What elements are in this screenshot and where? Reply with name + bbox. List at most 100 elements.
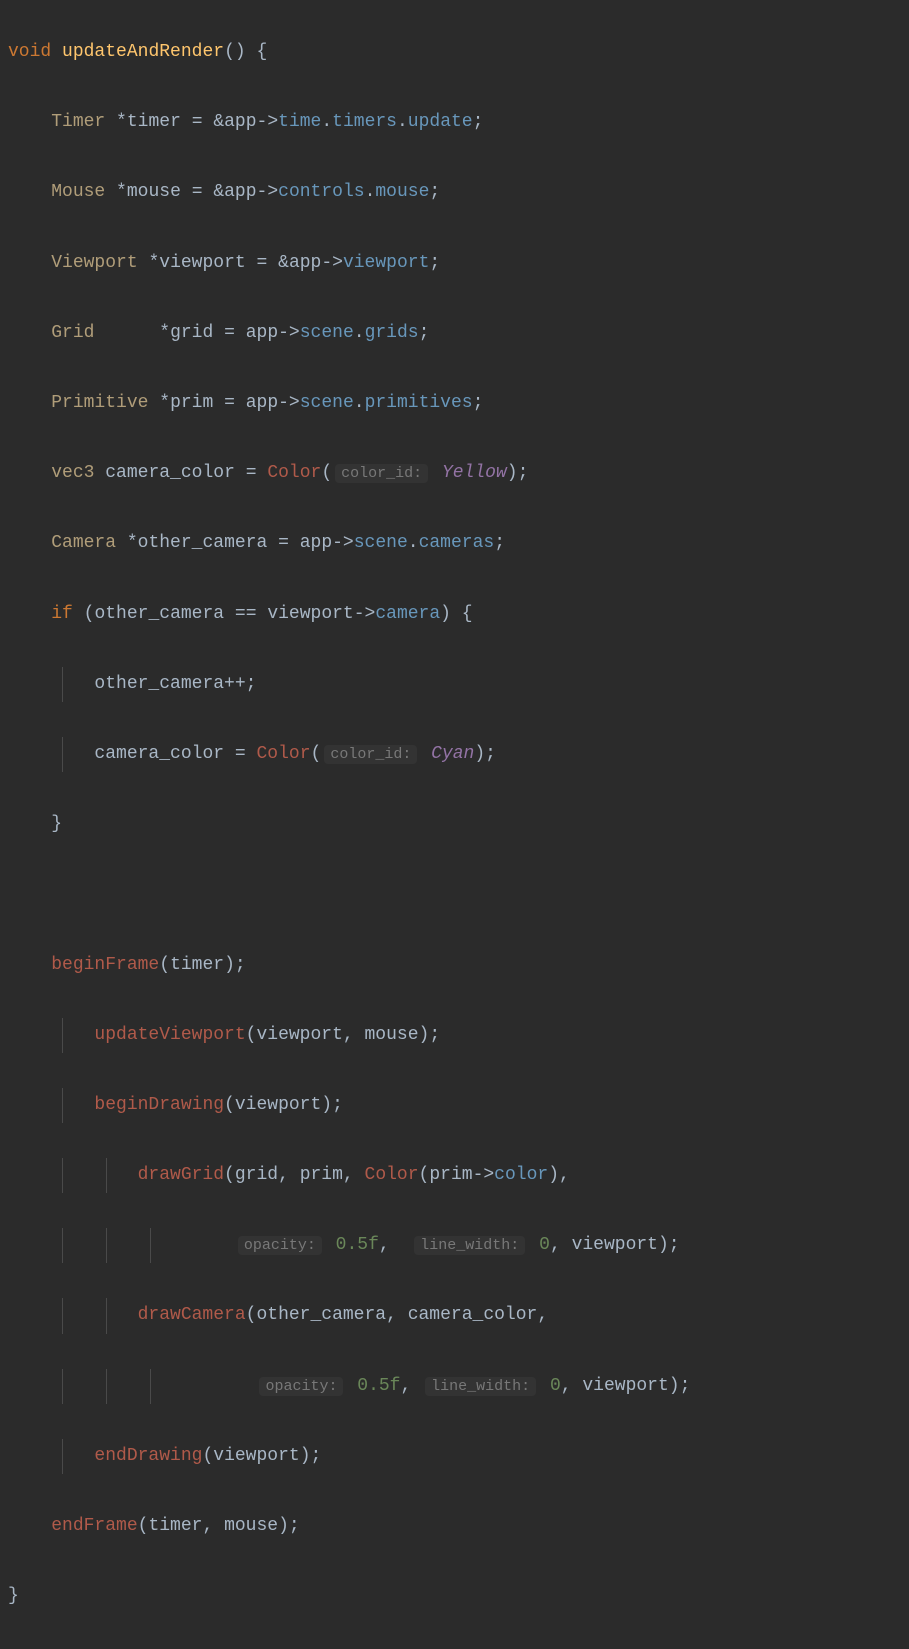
number: 0 xyxy=(539,1235,550,1255)
enum-value: Yellow xyxy=(442,463,507,483)
code-line: void updateAndRender() { xyxy=(8,35,901,70)
identifier: other_camera xyxy=(94,674,224,694)
field: scene xyxy=(300,323,354,343)
identifier: app xyxy=(246,323,278,343)
code-line: other_camera++; xyxy=(8,667,901,702)
code-line: opacity: 0.5f, line_width: 0, viewport); xyxy=(8,1369,901,1404)
identifier: viewport xyxy=(582,1376,668,1396)
identifier: app xyxy=(246,393,278,413)
param-hint: line_width: xyxy=(414,1236,525,1255)
identifier: viewport xyxy=(256,1025,342,1045)
param-hint: color_id: xyxy=(335,464,428,483)
code-line: vec3 camera_color = Color(color_id: Yell… xyxy=(8,456,901,491)
identifier: prim xyxy=(429,1165,472,1185)
identifier: mouse xyxy=(224,1516,278,1536)
code-line: Camera *other_camera = app->scene.camera… xyxy=(8,526,901,561)
field: scene xyxy=(300,393,354,413)
code-line: Grid *grid = app->scene.grids; xyxy=(8,316,901,351)
field: controls xyxy=(278,182,364,202)
code-line: } xyxy=(8,807,901,842)
param-hint: color_id: xyxy=(324,745,417,764)
code-line: Viewport *viewport = &app->viewport; xyxy=(8,246,901,281)
type: Primitive xyxy=(51,393,148,413)
identifier: timer xyxy=(170,955,224,975)
field: primitives xyxy=(365,393,473,413)
code-line: beginFrame(timer); xyxy=(8,948,901,983)
identifier: grid xyxy=(170,323,213,343)
identifier: viewport xyxy=(159,253,245,273)
function-call: Color xyxy=(256,744,310,764)
param-hint: line_width: xyxy=(425,1377,536,1396)
type: Camera xyxy=(51,533,116,553)
identifier: other_camera xyxy=(138,533,268,553)
identifier: app xyxy=(289,253,321,273)
code-editor[interactable]: void updateAndRender() { Timer *timer = … xyxy=(0,0,909,1649)
identifier: viewport xyxy=(572,1235,658,1255)
function-call: updateViewport xyxy=(94,1025,245,1045)
function-call: beginFrame xyxy=(51,955,159,975)
identifier: grid xyxy=(235,1165,278,1185)
code-line: camera_color = Color(color_id: Cyan); xyxy=(8,737,901,772)
function-call: drawGrid xyxy=(138,1165,224,1185)
identifier: viewport xyxy=(267,604,353,624)
operator: == xyxy=(235,604,257,624)
field: camera xyxy=(375,604,440,624)
number: 0.5f xyxy=(357,1376,400,1396)
field: grids xyxy=(365,323,419,343)
function-call: drawCamera xyxy=(138,1305,246,1325)
identifier: camera_color xyxy=(94,744,224,764)
field: timers xyxy=(332,112,397,132)
field: scene xyxy=(354,533,408,553)
type: Grid xyxy=(51,323,94,343)
type: Mouse xyxy=(51,182,105,202)
code-line: } xyxy=(8,1579,901,1614)
function-call: Color xyxy=(365,1165,419,1185)
number: 0.5f xyxy=(336,1235,379,1255)
code-line: drawGrid(grid, prim, Color(prim->color), xyxy=(8,1158,901,1193)
code-line: Primitive *prim = app->scene.primitives; xyxy=(8,386,901,421)
code-line: opacity: 0.5f, line_width: 0, viewport); xyxy=(8,1228,901,1263)
identifier: viewport xyxy=(213,1446,299,1466)
identifier: other_camera xyxy=(256,1305,386,1325)
keyword: if xyxy=(51,604,73,624)
function-call: endDrawing xyxy=(94,1446,202,1466)
field: viewport xyxy=(343,253,429,273)
code-line: Mouse *mouse = &app->controls.mouse; xyxy=(8,175,901,210)
identifier: viewport xyxy=(235,1095,321,1115)
field: update xyxy=(408,112,473,132)
identifier: timer xyxy=(148,1516,202,1536)
field: cameras xyxy=(419,533,495,553)
code-line: Timer *timer = &app->time.timers.update; xyxy=(8,105,901,140)
code-line: drawCamera(other_camera, camera_color, xyxy=(8,1298,901,1333)
identifier: prim xyxy=(300,1165,343,1185)
function-call: Color xyxy=(267,463,321,483)
identifier: app xyxy=(224,112,256,132)
identifier: mouse xyxy=(127,182,181,202)
field: color xyxy=(494,1165,548,1185)
type: vec3 xyxy=(51,463,94,483)
number: 0 xyxy=(550,1376,561,1396)
keyword: void xyxy=(8,42,51,62)
function-call: endFrame xyxy=(51,1516,137,1536)
code-line: updateViewport(viewport, mouse); xyxy=(8,1018,901,1053)
function-name: updateAndRender xyxy=(62,42,224,62)
identifier: timer xyxy=(127,112,181,132)
code-line xyxy=(8,877,901,912)
identifier: app xyxy=(300,533,332,553)
identifier: prim xyxy=(170,393,213,413)
code-line: endDrawing(viewport); xyxy=(8,1439,901,1474)
field: time xyxy=(278,112,321,132)
field: mouse xyxy=(375,182,429,202)
param-hint: opacity: xyxy=(259,1377,343,1396)
identifier: mouse xyxy=(365,1025,419,1045)
enum-value: Cyan xyxy=(431,744,474,764)
identifier: app xyxy=(224,182,256,202)
param-hint: opacity: xyxy=(238,1236,322,1255)
code-line: if (other_camera == viewport->camera) { xyxy=(8,597,901,632)
identifier: camera_color xyxy=(105,463,235,483)
type: Timer xyxy=(51,112,105,132)
code-line: beginDrawing(viewport); xyxy=(8,1088,901,1123)
type: Viewport xyxy=(51,253,137,273)
function-call: beginDrawing xyxy=(94,1095,224,1115)
identifier: other_camera xyxy=(94,604,224,624)
